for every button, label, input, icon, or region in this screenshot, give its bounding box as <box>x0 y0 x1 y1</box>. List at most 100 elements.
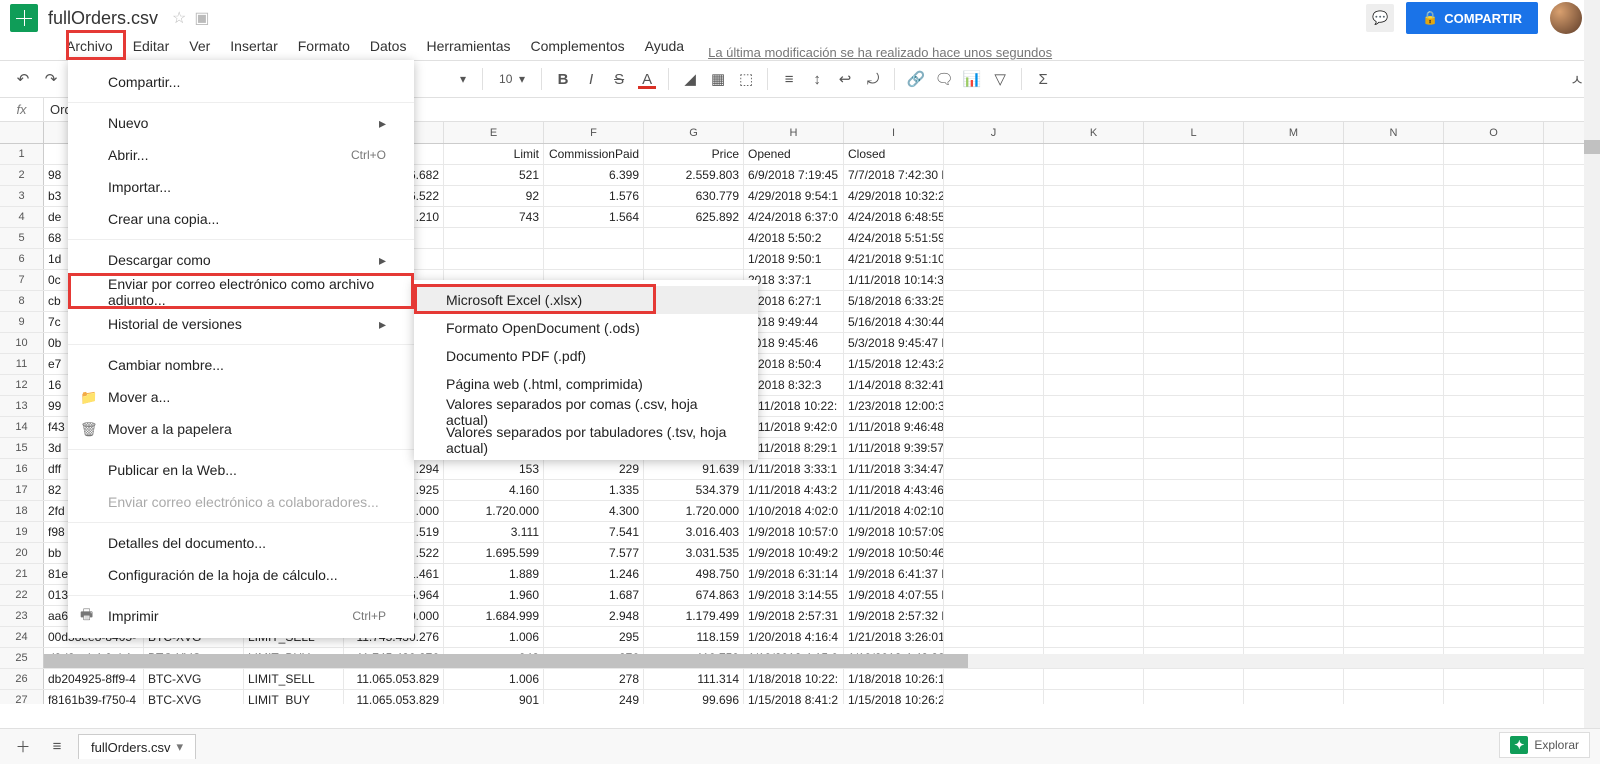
cell[interactable]: 1/23/2018 12:00:33 PM <box>844 396 944 416</box>
cell[interactable] <box>1444 669 1544 689</box>
cell[interactable] <box>1144 543 1244 563</box>
cell[interactable] <box>1044 480 1144 500</box>
cell[interactable]: 1.720.000 <box>444 501 544 521</box>
cell[interactable] <box>644 228 744 248</box>
cell[interactable]: 6.399 <box>544 165 644 185</box>
row-header[interactable]: 1 <box>0 144 44 164</box>
cell[interactable]: 1/9/2018 10:57:09 PM <box>844 522 944 542</box>
cell[interactable] <box>944 417 1044 437</box>
cell[interactable] <box>1044 228 1144 248</box>
cell[interactable]: db204925-8ff9-4 <box>44 669 144 689</box>
cell[interactable] <box>1244 417 1344 437</box>
submenu-item[interactable]: Página web (.html, comprimida) <box>414 370 758 398</box>
cell[interactable] <box>944 144 1044 164</box>
cell[interactable] <box>1244 606 1344 626</box>
cell[interactable] <box>1344 165 1444 185</box>
cell[interactable] <box>1344 480 1444 500</box>
cell[interactable]: 1/9/2018 2:57:31 <box>744 606 844 626</box>
cell[interactable] <box>1444 480 1544 500</box>
cell[interactable]: 278 <box>544 669 644 689</box>
cell[interactable] <box>1344 669 1444 689</box>
cell[interactable] <box>944 270 1044 290</box>
cell[interactable] <box>1344 585 1444 605</box>
menu-item[interactable]: 🗑Mover a la papelera <box>68 413 414 445</box>
cell[interactable]: LIMIT_BUY <box>244 690 344 704</box>
cell[interactable]: 1.576 <box>544 186 644 206</box>
menu-editar[interactable]: Editar <box>123 34 180 60</box>
submenu-item[interactable]: Documento PDF (.pdf) <box>414 342 758 370</box>
cell[interactable] <box>1044 690 1144 704</box>
cell[interactable] <box>1044 186 1144 206</box>
cell[interactable]: 1/9/2018 6:41:37 PM <box>844 564 944 584</box>
cell[interactable] <box>444 249 544 269</box>
cell[interactable] <box>1244 480 1344 500</box>
cell[interactable] <box>944 354 1044 374</box>
cell[interactable] <box>1344 606 1444 626</box>
cell[interactable] <box>1244 291 1344 311</box>
submenu-item[interactable]: Formato OpenDocument (.ods) <box>414 314 758 342</box>
cell[interactable] <box>1044 312 1144 332</box>
cell[interactable] <box>1144 438 1244 458</box>
menu-item[interactable]: 🖶ImprimirCtrl+P <box>68 600 414 632</box>
cell[interactable] <box>1044 417 1144 437</box>
cell[interactable] <box>1144 228 1244 248</box>
row-header[interactable]: 9 <box>0 312 44 332</box>
explore-button[interactable]: ✦Explorar <box>1499 732 1590 758</box>
cell[interactable] <box>1244 627 1344 647</box>
cell[interactable]: 1/9/2018 2:57:32 PM <box>844 606 944 626</box>
submenu-item[interactable]: Valores separados por comas (.csv, hoja … <box>414 398 758 426</box>
cell[interactable] <box>1444 249 1544 269</box>
cell[interactable]: 1/9/2018 10:49:2 <box>744 543 844 563</box>
menu-item[interactable]: Publicar en la Web... <box>68 454 414 486</box>
text-color-button[interactable]: A <box>634 66 660 92</box>
cell[interactable] <box>1444 585 1544 605</box>
cell[interactable]: 1/15/2018 8:41:2 <box>744 690 844 704</box>
cell[interactable] <box>1144 375 1244 395</box>
cell[interactable]: 1/14/2018 8:32:41 AM <box>844 375 944 395</box>
cell[interactable] <box>1344 522 1444 542</box>
menu-item[interactable]: Detalles del documento... <box>68 527 414 559</box>
document-title[interactable]: fullOrders.csv <box>48 8 158 29</box>
menu-ayuda[interactable]: Ayuda <box>635 34 694 60</box>
cell[interactable] <box>1344 627 1444 647</box>
cell[interactable]: 1/2018 9:50:1 <box>744 249 844 269</box>
row-header[interactable]: 24 <box>0 627 44 647</box>
cell[interactable] <box>1444 270 1544 290</box>
cell[interactable] <box>1444 417 1544 437</box>
cell[interactable] <box>1244 459 1344 479</box>
cell[interactable]: 1.179.499 <box>644 606 744 626</box>
cell[interactable]: 1/11/2018 9:42:0 <box>744 417 844 437</box>
cell[interactable] <box>944 501 1044 521</box>
link-button[interactable]: 🔗 <box>903 66 929 92</box>
cell[interactable] <box>1244 438 1344 458</box>
cell[interactable]: 1.695.599 <box>444 543 544 563</box>
menu-herramientas[interactable]: Herramientas <box>416 34 520 60</box>
cell[interactable]: 7.541 <box>544 522 644 542</box>
cell[interactable] <box>1144 249 1244 269</box>
cell[interactable] <box>1444 186 1544 206</box>
cell[interactable] <box>944 669 1044 689</box>
cell[interactable]: 1/11/2018 10:22: <box>744 396 844 416</box>
cell[interactable] <box>1344 333 1444 353</box>
cell[interactable] <box>944 690 1044 704</box>
cell[interactable] <box>1344 207 1444 227</box>
cell[interactable]: 2.559.803 <box>644 165 744 185</box>
cell[interactable] <box>944 627 1044 647</box>
cell[interactable]: 1/9/2018 10:50:46 PM <box>844 543 944 563</box>
menu-item[interactable]: Importar... <box>68 171 414 203</box>
cell[interactable] <box>1344 564 1444 584</box>
menu-insertar[interactable]: Insertar <box>220 34 287 60</box>
cell[interactable]: 4.160 <box>444 480 544 500</box>
cell[interactable] <box>1444 627 1544 647</box>
cell[interactable] <box>1044 459 1144 479</box>
cell[interactable]: 498.750 <box>644 564 744 584</box>
cell[interactable]: 249 <box>544 690 644 704</box>
cell[interactable] <box>1144 522 1244 542</box>
cell[interactable] <box>1444 564 1544 584</box>
cell[interactable]: CommissionPaid <box>544 144 644 164</box>
comments-button[interactable]: 💬 <box>1366 4 1394 32</box>
cell[interactable]: 118.159 <box>644 627 744 647</box>
submenu-item[interactable]: Valores separados por tabuladores (.tsv,… <box>414 426 758 454</box>
cell[interactable]: 901 <box>444 690 544 704</box>
cell[interactable]: 1/11/2018 3:33:1 <box>744 459 844 479</box>
